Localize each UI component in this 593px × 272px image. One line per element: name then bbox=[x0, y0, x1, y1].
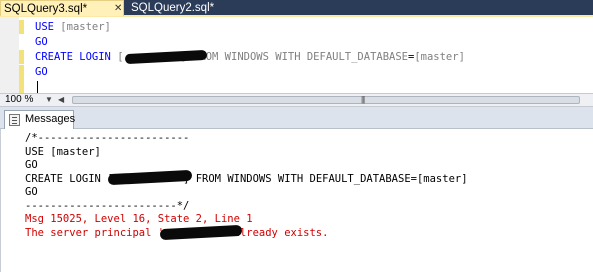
code-line-2: GO bbox=[35, 35, 48, 50]
error-message: Msg 15025, Level 16, State 2, Line 1 bbox=[25, 213, 253, 225]
code-line-4: GO bbox=[35, 65, 48, 80]
tab-label: Messages bbox=[25, 113, 76, 125]
chevron-down-icon[interactable]: ▼ bbox=[45, 94, 53, 106]
code-line-3: CREATE LOGIN [ ] FROM WINDOWS WITH DEFAU… bbox=[35, 50, 465, 65]
keyword: GO bbox=[35, 36, 48, 48]
error-message-a: The server principal ' bbox=[25, 226, 165, 239]
message-line: USE [master] bbox=[25, 145, 101, 158]
tab-messages[interactable]: Messages bbox=[4, 110, 76, 129]
identifier: [master] bbox=[60, 21, 111, 33]
results-tab-strip: Messages bbox=[0, 107, 593, 129]
tab-sqlquery2[interactable]: SQLQuery2.sql* bbox=[131, 0, 214, 16]
editor-status-bar: 100 % ▼ ◀ ||| bbox=[0, 93, 593, 107]
keyword: CREATE LOGIN bbox=[35, 51, 111, 63]
message-line: ] FROM WINDOWS WITH DEFAULT_DATABASE=[ma… bbox=[183, 172, 468, 185]
messages-output: /*------------------------ USE [master] … bbox=[25, 132, 468, 240]
messages-icon bbox=[9, 114, 20, 126]
login-tail: ] FROM WINDOWS WITH DEFAULT_DATABASE bbox=[180, 51, 408, 63]
editor-margin bbox=[0, 17, 19, 93]
change-indicator bbox=[19, 20, 24, 34]
message-line: GO bbox=[25, 159, 38, 171]
message-line: ------------------------*/ bbox=[25, 199, 190, 212]
change-indicator bbox=[19, 65, 24, 93]
change-indicator bbox=[19, 50, 24, 64]
tab-sqlquery3[interactable]: SQLQuery3.sql* ✕ bbox=[0, 0, 124, 16]
messages-pane[interactable]: /*------------------------ USE [master] … bbox=[0, 129, 593, 272]
close-icon[interactable]: ✕ bbox=[114, 1, 122, 17]
tab-label: SQLQuery2.sql* bbox=[131, 2, 215, 14]
zoom-level[interactable]: 100 % bbox=[5, 94, 33, 106]
message-line: CREATE LOGIN [ bbox=[25, 172, 114, 185]
message-line: GO bbox=[25, 186, 38, 198]
query-editor[interactable]: USE [master] GO CREATE LOGIN [ ] FROM WI… bbox=[0, 17, 593, 94]
message-line: /*------------------------ bbox=[25, 132, 190, 144]
grip-icon: ||| bbox=[361, 95, 365, 104]
code-line-1: USE [master] bbox=[35, 20, 111, 35]
database-name: [master] bbox=[414, 51, 465, 63]
document-tab-strip: SQLQuery3.sql* ✕ SQLQuery2.sql* bbox=[0, 0, 593, 17]
keyword: GO bbox=[35, 66, 48, 78]
horizontal-scrollbar[interactable]: ||| bbox=[72, 95, 580, 104]
keyword: USE bbox=[35, 21, 54, 33]
tab-label: SQLQuery3.sql* bbox=[4, 3, 88, 15]
scroll-left-icon[interactable]: ◀ bbox=[58, 94, 64, 106]
